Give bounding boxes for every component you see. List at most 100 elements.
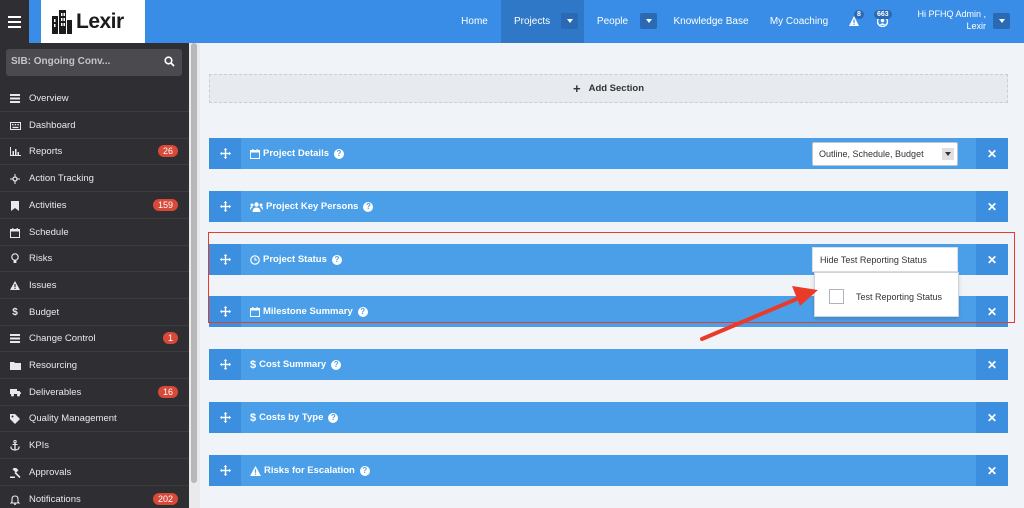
sidebar-item-schedule[interactable]: Schedule (0, 220, 189, 246)
messages-count-badge: 663 (874, 10, 892, 19)
help-icon[interactable]: ? (328, 412, 339, 423)
crosshair-icon (9, 173, 21, 185)
section-title-label: Cost Summary (259, 359, 327, 370)
nav-my-coaching[interactable]: My Coaching (760, 0, 838, 43)
count-badge: 16 (157, 386, 178, 398)
section-risks-for-escalation: Risks for Escalation? ✕ (209, 455, 1008, 486)
alert-count-badge: 8 (854, 10, 864, 19)
user-greeting[interactable]: Hi PFHQ Admin , Lexir (912, 8, 986, 32)
help-icon[interactable]: ? (331, 359, 342, 370)
top-bar: Lexir Home Projects People Knowledge Bas… (0, 0, 1024, 43)
sidebar-item-label: Budget (29, 307, 60, 318)
nav-home[interactable]: Home (448, 0, 501, 43)
sidebar-item-dashboard[interactable]: Dashboard (0, 113, 189, 139)
sidebar-scrollbar[interactable] (189, 43, 200, 508)
calendar-icon (250, 148, 260, 159)
section-title: $ Costs by Type? (250, 402, 339, 433)
sidebar-item-label: Change Control (29, 333, 96, 344)
dollar-icon: $ (250, 358, 257, 371)
tag-icon (9, 413, 21, 425)
sidebar-item-overview[interactable]: Overview (0, 86, 189, 112)
move-icon[interactable] (209, 191, 241, 222)
sidebar-item-label: Notifications (29, 494, 81, 505)
sidebar-item-risks[interactable]: Risks (0, 246, 189, 272)
sidebar-item-label: Activities (29, 200, 67, 211)
sidebar-item-approvals[interactable]: Approvals (0, 460, 189, 486)
sidebar-item-label: Schedule (29, 227, 69, 238)
close-icon[interactable]: ✕ (976, 402, 1008, 433)
project-details-select-value: Outline, Schedule, Budget (819, 149, 924, 159)
plus-icon: + (572, 81, 581, 96)
calendar-icon (9, 227, 21, 239)
sidebar-item-deliverables[interactable]: Deliverables 16 (0, 380, 189, 406)
section-title-label: Costs by Type (259, 412, 324, 423)
project-search[interactable]: SIB: Ongoing Conv... (6, 49, 182, 76)
sidebar-item-label: Reports (29, 146, 63, 157)
sidebar-item-label: KPIs (29, 440, 50, 451)
add-section-button[interactable]: + Add Section (209, 74, 1008, 103)
section-cost-summary: $ Cost Summary? ✕ (209, 349, 1008, 380)
sidebar-item-label: Risks (29, 253, 53, 264)
sidebar-item-action-tracking[interactable]: Action Tracking (0, 166, 189, 192)
section-title-label: Risks for Escalation (264, 465, 355, 476)
sidebar-item-label: Dashboard (29, 120, 76, 131)
bar-chart-icon (9, 146, 21, 158)
sidebar-item-label: Approvals (29, 467, 72, 478)
project-search-text: SIB: Ongoing Conv... (11, 56, 111, 67)
sidebar-item-kpis[interactable]: KPIs (0, 433, 189, 459)
sidebar-item-budget[interactable]: $ Budget (0, 300, 189, 326)
dollar-icon: $ (12, 307, 18, 318)
help-icon[interactable]: ? (359, 465, 370, 476)
dashboard-icon (9, 93, 21, 105)
truck-icon (9, 387, 21, 399)
sidebar-item-change-control[interactable]: Change Control 1 (0, 326, 189, 352)
project-details-select[interactable]: Outline, Schedule, Budget (812, 142, 958, 166)
people-dropdown-button[interactable] (640, 13, 657, 29)
nav-people[interactable]: People (584, 0, 641, 43)
keyboard-icon (9, 120, 21, 132)
sidebar-item-label: Action Tracking (29, 173, 94, 184)
close-icon[interactable]: ✕ (976, 138, 1008, 169)
move-icon[interactable] (209, 402, 241, 433)
sidebar-item-activities[interactable]: Activities 159 (0, 193, 189, 219)
sidebar-item-label: Resourcing (29, 360, 78, 371)
gavel-icon (9, 467, 21, 479)
logo[interactable]: Lexir (41, 0, 145, 43)
section-title-label: Project Details (263, 148, 329, 159)
section-title: Risks for Escalation? (250, 455, 370, 486)
sidebar-item-resourcing[interactable]: Resourcing (0, 353, 189, 379)
sidebar-item-quality-management[interactable]: Quality Management (0, 406, 189, 432)
user-dropdown-button[interactable] (993, 13, 1010, 29)
section-project-key-persons: Project Key Persons? ✕ (209, 191, 1008, 222)
building-icon (52, 9, 72, 34)
sidebar-item-reports[interactable]: Reports 26 (0, 139, 189, 165)
dollar-icon: $ (250, 411, 257, 424)
add-section-label: Add Section (588, 83, 644, 94)
move-icon[interactable] (209, 349, 241, 380)
section-title: Project Details? (250, 138, 344, 169)
help-icon[interactable]: ? (363, 201, 374, 212)
section-title: $ Cost Summary? (250, 349, 342, 380)
scrollbar-thumb[interactable] (191, 43, 197, 483)
nav-projects-label: Projects (514, 16, 551, 27)
sidebar-item-label: Overview (29, 93, 69, 104)
warning-icon (9, 280, 21, 292)
move-icon[interactable] (209, 138, 241, 169)
count-badge: 1 (162, 332, 178, 344)
move-icon[interactable] (209, 455, 241, 486)
users-icon (250, 201, 263, 212)
nav-knowledge-base[interactable]: Knowledge Base (664, 0, 758, 43)
close-icon[interactable]: ✕ (976, 349, 1008, 380)
sidebar-item-notifications[interactable]: Notifications 202 (0, 487, 189, 508)
search-icon[interactable] (164, 56, 175, 67)
close-icon[interactable]: ✕ (976, 455, 1008, 486)
count-badge: 159 (152, 199, 178, 211)
projects-dropdown-button[interactable] (561, 13, 578, 29)
section-title-label: Project Key Persons (266, 201, 359, 212)
sidebar-item-issues[interactable]: Issues (0, 273, 189, 299)
bookmark-icon (9, 200, 21, 212)
sidebar-item-label: Quality Management (29, 413, 117, 424)
menu-icon[interactable] (0, 0, 29, 43)
close-icon[interactable]: ✕ (976, 191, 1008, 222)
help-icon[interactable]: ? (334, 148, 344, 159)
